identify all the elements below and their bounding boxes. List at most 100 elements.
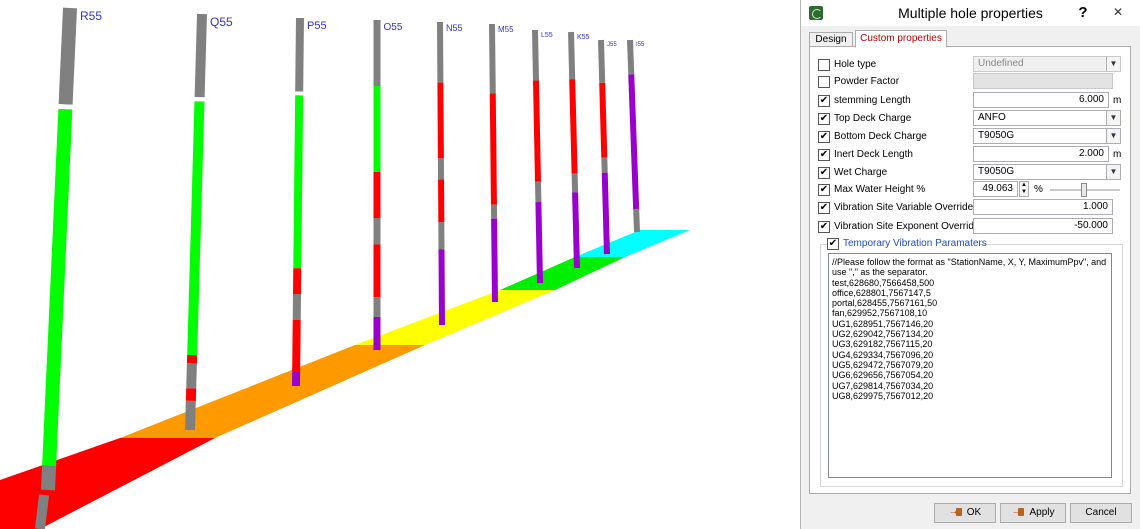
hole-segment <box>535 201 543 284</box>
top-deck-charge-label: Top Deck Charge <box>834 113 912 124</box>
zone-orange <box>120 345 425 438</box>
bottom-deck-charge-value: T9050G <box>978 130 1015 141</box>
hole-segment <box>438 249 445 326</box>
vibration-variable-label: Vibration Site Variable Override <box>834 202 974 213</box>
custom-properties-panel: Hole type Undefined ▼ Powder Factor ✔ st… <box>809 46 1131 494</box>
inert-deck-length-unit: m <box>1113 149 1122 160</box>
bottom-deck-charge-checkbox[interactable]: ✔ <box>818 131 830 143</box>
stemming-length-unit: m <box>1113 95 1122 106</box>
zone-red <box>0 438 215 529</box>
wet-charge-row: ✔ Wet Charge T9050G ▼ <box>810 164 1132 182</box>
hole-type-checkbox[interactable] <box>818 59 830 71</box>
hole-segment <box>293 95 304 269</box>
max-water-height-row: ✔ Max Water Height % 49.063 ▲ ▼ % <box>810 181 1132 199</box>
temporary-vibration-textarea[interactable]: //Please follow the format as "StationNa… <box>828 253 1112 478</box>
hole-label: O55 <box>384 22 403 33</box>
temporary-vibration-checkbox[interactable]: ✔ <box>827 238 839 250</box>
hole-type-value: Undefined <box>978 58 1024 69</box>
hole-type-row: Hole type Undefined ▼ <box>810 56 1132 74</box>
hole-segment <box>187 101 205 356</box>
ok-label: OK <box>966 507 982 518</box>
hole-segment <box>41 465 57 491</box>
hole-segment <box>569 79 578 174</box>
inert-deck-length-row: ✔ Inert Deck Length 2.000 m <box>810 146 1132 164</box>
blast-hole-scene[interactable]: R55 Q55 P55 O55 N55 M55 L55 K55 J55 I55 <box>0 0 800 529</box>
hole-segment <box>295 17 304 92</box>
hole-label: R55 <box>80 9 102 23</box>
max-water-height-spinner[interactable]: ▲ ▼ <box>1019 181 1029 197</box>
vibration-exponent-row: ✔ Vibration Site Exponent Override -50.0… <box>810 218 1132 236</box>
slider-thumb[interactable] <box>1081 183 1088 197</box>
top-deck-charge-value: ANFO <box>978 112 1006 123</box>
max-water-height-checkbox[interactable]: ✔ <box>818 184 830 196</box>
ok-icon <box>949 503 963 521</box>
hole-label: M55 <box>498 25 514 34</box>
cancel-button[interactable]: Cancel <box>1070 503 1132 523</box>
hole-segment <box>601 172 610 255</box>
stemming-length-row: ✔ stemming Length 6.000 m <box>810 92 1132 110</box>
vibration-variable-field[interactable]: 1.000 <box>973 199 1113 215</box>
powder-factor-field[interactable] <box>973 73 1113 89</box>
vibration-exponent-checkbox[interactable]: ✔ <box>818 221 830 233</box>
hole-segment <box>35 494 49 529</box>
vibration-exponent-field[interactable]: -50.000 <box>973 218 1113 234</box>
chevron-down-icon: ▼ <box>1106 129 1120 143</box>
max-water-height-field[interactable]: 49.063 <box>973 181 1018 197</box>
bottom-deck-charge-select[interactable]: T9050G ▼ <box>973 128 1121 144</box>
max-water-height-unit: % <box>1034 184 1043 195</box>
powder-factor-checkbox[interactable] <box>818 76 830 88</box>
top-deck-charge-select[interactable]: ANFO ▼ <box>973 110 1121 126</box>
stemming-length-checkbox[interactable]: ✔ <box>818 95 830 107</box>
hole-segment <box>627 39 635 75</box>
inert-deck-length-field[interactable]: 2.000 <box>973 146 1109 162</box>
help-button[interactable]: ? <box>1073 3 1093 23</box>
chevron-down-icon: ▼ <box>1106 111 1120 125</box>
temporary-vibration-header: ✔ Temporary Vibration Paramaters <box>827 237 987 251</box>
top-deck-charge-row: ✔ Top Deck Charge ANFO ▼ <box>810 110 1132 128</box>
top-deck-charge-checkbox[interactable]: ✔ <box>818 113 830 125</box>
wet-charge-checkbox[interactable]: ✔ <box>818 167 830 179</box>
apply-button[interactable]: Apply <box>1000 503 1066 523</box>
hole-label: Q55 <box>210 15 233 29</box>
stemming-length-field[interactable]: 6.000 <box>973 92 1109 108</box>
chevron-down-icon: ▼ <box>1106 165 1120 179</box>
hole-segment <box>532 29 539 81</box>
wet-charge-label: Wet Charge <box>834 167 888 178</box>
ok-button[interactable]: OK <box>934 503 996 523</box>
hole-type-select[interactable]: Undefined ▼ <box>973 56 1121 72</box>
hole-segment <box>292 319 301 372</box>
zone-yellow <box>355 290 555 345</box>
temporary-vibration-label: Temporary Vibration Paramaters <box>843 238 987 249</box>
3d-viewport[interactable]: R55 Q55 P55 O55 N55 M55 L55 K55 J55 I55 <box>0 0 800 529</box>
hole-label: P55 <box>307 20 327 32</box>
hole-segment <box>42 108 73 467</box>
hole-segment <box>58 7 77 105</box>
vibration-exponent-label: Vibration Site Exponent Override <box>834 221 980 232</box>
hole-label: N55 <box>446 23 463 33</box>
title-bar[interactable]: Multiple hole properties ? ✕ <box>801 0 1140 26</box>
wet-charge-value: T9050G <box>978 166 1015 177</box>
bottom-deck-charge-label: Bottom Deck Charge <box>834 131 927 142</box>
chevron-down-icon: ▼ <box>1106 57 1120 71</box>
hole-segment <box>185 400 196 431</box>
hole-segment <box>194 13 207 98</box>
hole-segment <box>568 31 576 80</box>
close-icon[interactable]: ✕ <box>1104 3 1132 21</box>
zone-cyan <box>575 230 690 257</box>
hole-segment <box>186 363 197 389</box>
inert-deck-length-checkbox[interactable]: ✔ <box>818 149 830 161</box>
hole-segment <box>598 39 606 83</box>
apply-label: Apply <box>1029 507 1055 518</box>
hole-segment <box>628 74 640 210</box>
hole-type-label: Hole type <box>834 59 877 70</box>
hole-segment <box>533 80 541 182</box>
hole-label: K55 <box>577 34 590 41</box>
hole-segment <box>633 208 640 233</box>
hole-segment <box>437 82 444 159</box>
powder-factor-label: Powder Factor <box>834 76 900 87</box>
hole-label: L55 <box>541 32 553 39</box>
wet-charge-select[interactable]: T9050G ▼ <box>973 164 1121 180</box>
hole-segment <box>491 218 498 303</box>
tab-custom-properties[interactable]: Custom properties <box>855 30 947 48</box>
vibration-variable-checkbox[interactable]: ✔ <box>818 202 830 214</box>
